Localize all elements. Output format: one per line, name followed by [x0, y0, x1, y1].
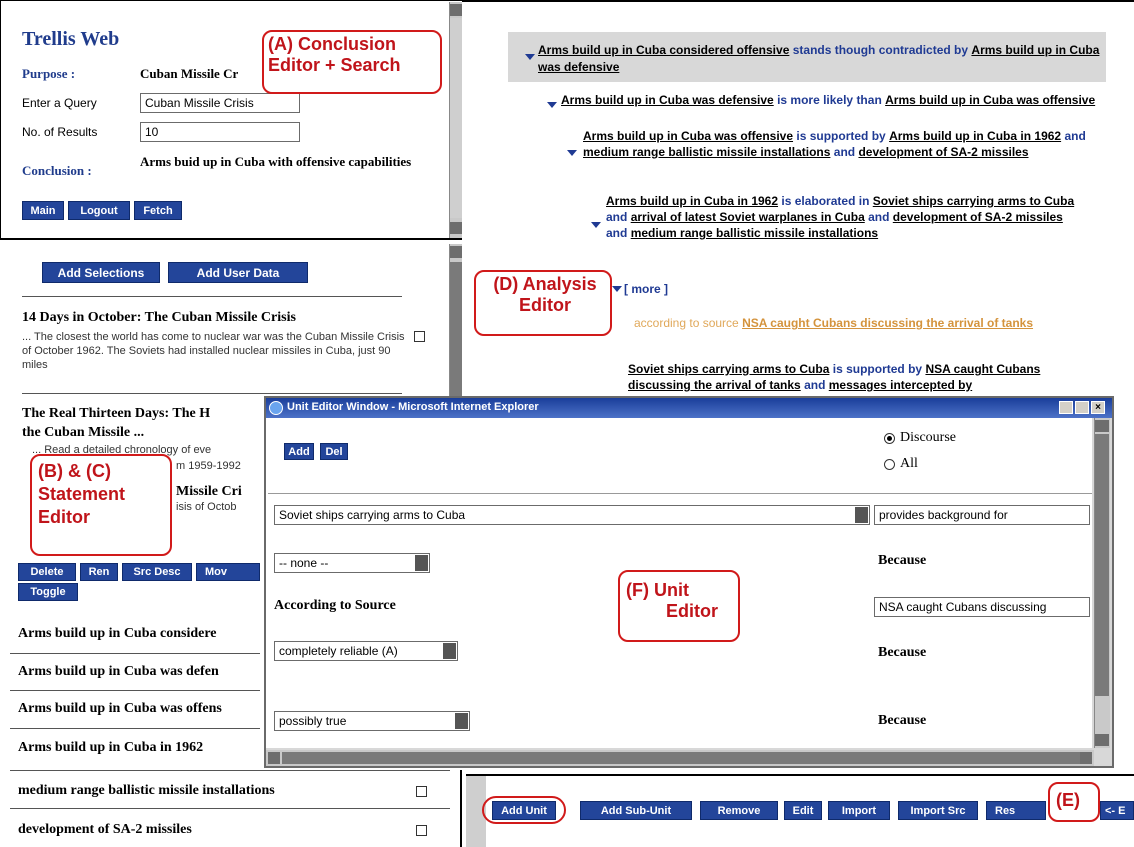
annotation-bc: (B) & (C) Statement Editor [30, 454, 172, 556]
according-to-source-label: According to Source [274, 598, 396, 613]
results-count-label: No. of Results [22, 125, 98, 139]
radio-all-label: All [900, 456, 918, 471]
result-title[interactable]: The Real Thirteen Days: The H [22, 406, 210, 422]
statement-item[interactable]: Arms build up in Cuba was defen [18, 664, 219, 680]
result-title-continued: the Cuban Missile ... [22, 425, 145, 440]
rename-button[interactable]: Ren [80, 563, 118, 581]
result-checkbox[interactable] [414, 331, 425, 342]
query-label: Enter a Query [22, 96, 97, 110]
result-snippet: ... The closest the world has come to nu… [22, 331, 405, 371]
collapse-icon[interactable] [547, 102, 557, 108]
add-unit-highlight [482, 796, 566, 824]
source-description-button[interactable]: Src Desc [122, 563, 192, 581]
annotation-e: (E) [1048, 782, 1100, 822]
result-title[interactable]: Missile Cri [176, 484, 242, 500]
results-divider [22, 393, 402, 394]
left-panel-right-edge [460, 770, 462, 847]
source-line: according to source NSA caught Cubans di… [634, 316, 1034, 330]
analysis-panel-border [462, 0, 1134, 2]
analysis-node-text: Arms build up in Cuba was offensive is s… [583, 129, 1086, 159]
maximize-icon[interactable] [1075, 401, 1089, 414]
statement-checkbox[interactable] [416, 825, 427, 836]
statement-divider [10, 808, 450, 809]
close-icon[interactable]: × [1091, 401, 1105, 414]
because-label: Because [878, 645, 927, 660]
fetch-button[interactable]: Fetch [134, 201, 182, 220]
statement-checkbox[interactable] [416, 786, 427, 797]
conclusion-value[interactable]: Arms buid up in Cuba with offensive capa… [140, 153, 420, 171]
because-label: Because [878, 713, 927, 728]
chevron-down-icon [855, 507, 868, 523]
relation-field[interactable]: provides background for [874, 505, 1090, 525]
move-button[interactable]: Mov [196, 563, 260, 581]
none-select[interactable]: -- none -- [274, 553, 430, 573]
conclusion-panel-scrollbar[interactable] [449, 2, 462, 238]
unit-editor-scrollbar[interactable] [1094, 418, 1110, 748]
more-link[interactable]: [ more ] [624, 282, 668, 296]
add-button[interactable]: Add [284, 443, 314, 460]
collapse-icon[interactable] [567, 150, 577, 156]
import-button[interactable]: Import [828, 801, 890, 820]
analysis-node-text: Arms build up in Cuba in 1962 is elabora… [606, 194, 1075, 240]
statement-divider [10, 728, 260, 729]
radio-all[interactable] [884, 459, 895, 470]
reset-button[interactable]: Res [986, 801, 1046, 820]
minimize-icon[interactable] [1059, 401, 1073, 414]
expand-more-icon[interactable] [612, 286, 622, 292]
annotation-f: (F) Unit Editor [618, 570, 740, 642]
unit-editor-divider [268, 493, 1092, 494]
purpose-label: Purpose : [22, 66, 76, 81]
statement-item[interactable]: Arms build up in Cuba considere [18, 626, 217, 642]
statement-item[interactable]: Arms build up in Cuba was offens [18, 701, 222, 717]
result-snippet-continued: m 1959-1992 [176, 460, 241, 472]
add-sub-unit-button[interactable]: Add Sub-Unit [580, 801, 692, 820]
chevron-down-icon [443, 643, 456, 659]
reliability-select[interactable]: completely reliable (A) [274, 641, 458, 661]
remove-button[interactable]: Remove [700, 801, 778, 820]
back-button[interactable]: <- E [1100, 801, 1134, 820]
results-count-input[interactable]: 10 [140, 122, 300, 142]
app-brand: Trellis Web [22, 28, 120, 50]
statement-item[interactable]: development of SA-2 missiles [18, 822, 192, 838]
chevron-down-icon [455, 713, 468, 729]
radio-discourse-label: Discourse [900, 430, 956, 445]
del-button[interactable]: Del [320, 443, 348, 460]
annotation-d: (D) Analysis Editor [474, 270, 612, 336]
delete-button[interactable]: Delete [18, 563, 76, 581]
collapse-icon[interactable] [525, 54, 535, 60]
credibility-select[interactable]: possibly true [274, 711, 470, 731]
annotation-a: (A) Conclusion Editor + Search [262, 30, 442, 94]
statement-item[interactable]: Arms build up in Cuba in 1962 [18, 740, 203, 756]
main-button[interactable]: Main [22, 201, 64, 220]
unit-select[interactable]: Soviet ships carrying arms to Cuba [274, 505, 870, 525]
results-divider [22, 296, 402, 297]
add-selections-button[interactable]: Add Selections [42, 262, 160, 283]
conclusion-label: Conclusion : [22, 163, 92, 178]
analysis-node-text: Soviet ships carrying arms to Cuba is su… [628, 362, 1041, 392]
ie-icon [269, 401, 283, 415]
result-snippet: isis of Octob [176, 501, 237, 513]
add-user-data-button[interactable]: Add User Data [168, 262, 308, 283]
radio-discourse[interactable] [884, 433, 895, 444]
chevron-down-icon [415, 555, 428, 571]
statement-divider [10, 770, 450, 771]
logout-button[interactable]: Logout [68, 201, 130, 220]
purpose-value: Cuban Missile Cr [140, 66, 239, 81]
result-title[interactable]: 14 Days in October: The Cuban Missile Cr… [22, 310, 296, 326]
statement-divider [10, 653, 260, 654]
analysis-root-text: Arms build up in Cuba considered offensi… [538, 43, 1100, 74]
analysis-node-text: Arms build up in Cuba was defensive is m… [561, 93, 1096, 107]
query-input[interactable]: Cuban Missile Crisis [140, 93, 300, 113]
because-label: Because [878, 553, 927, 568]
source-field[interactable]: NSA caught Cubans discussing [874, 597, 1090, 617]
statement-item[interactable]: medium range ballistic missile installat… [18, 783, 275, 799]
collapse-icon[interactable] [591, 222, 601, 228]
unit-editor-hscrollbar[interactable] [266, 750, 1094, 766]
statement-divider [10, 690, 260, 691]
import-source-button[interactable]: Import Src [898, 801, 978, 820]
toggle-button[interactable]: Toggle [18, 583, 78, 601]
unit-editor-title: Unit Editor Window - Microsoft Internet … [287, 401, 539, 413]
edit-button[interactable]: Edit [784, 801, 822, 820]
